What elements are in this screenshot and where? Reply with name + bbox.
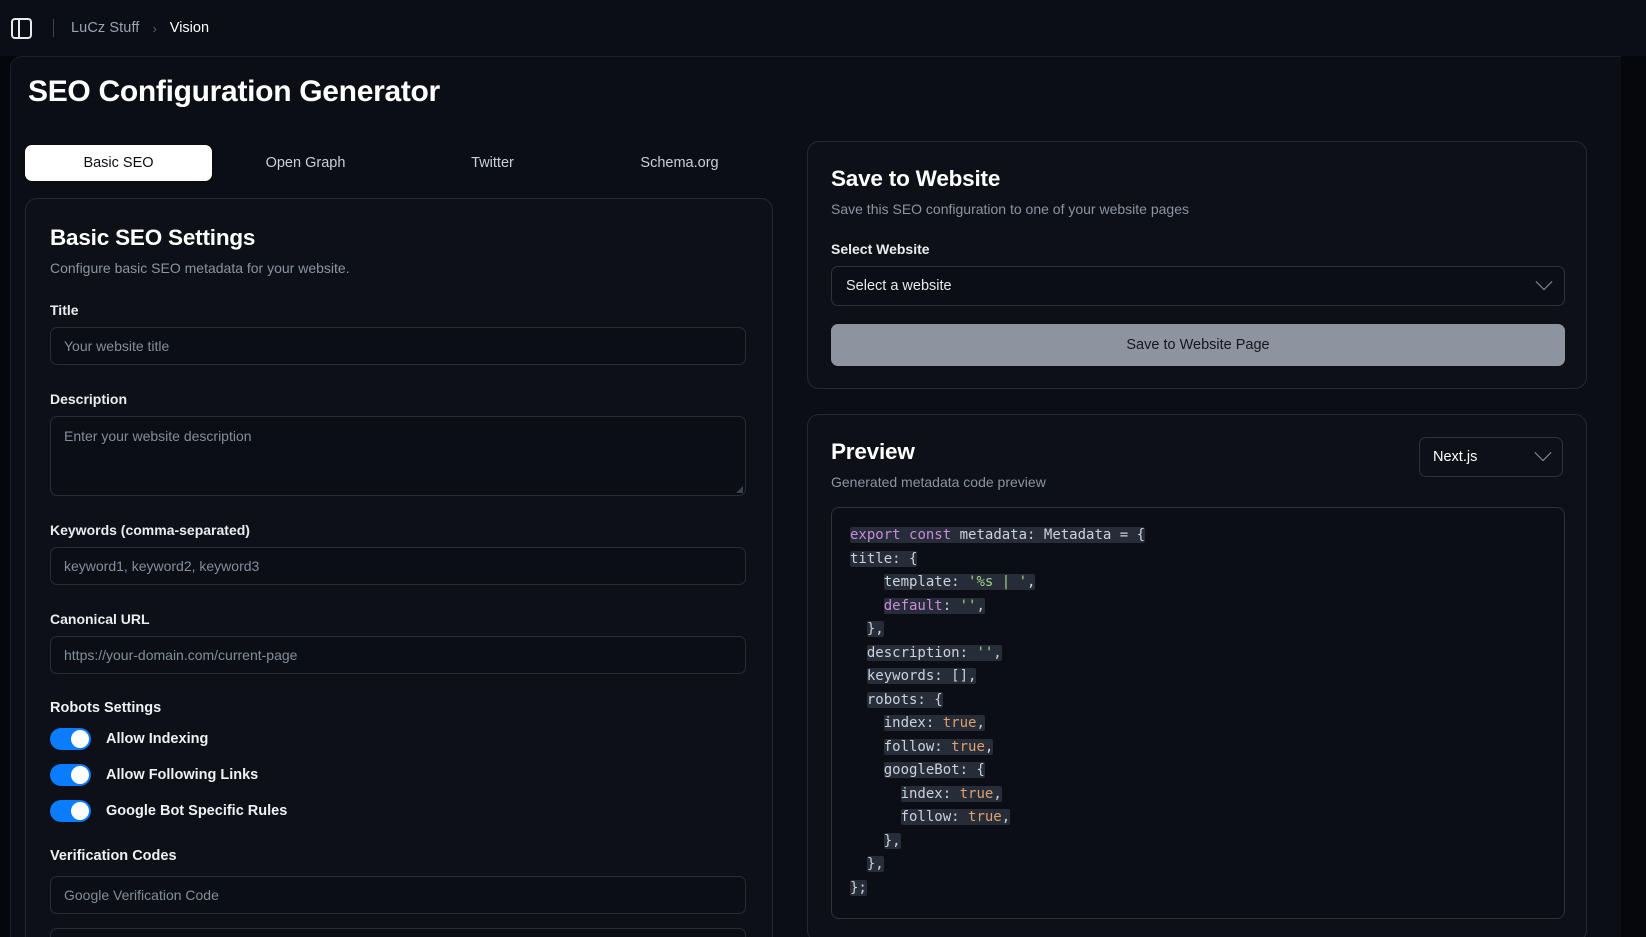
basic-seo-card: Basic SEO Settings Configure basic SEO m…: [25, 198, 773, 937]
code-line: template: '%s | ',: [883, 574, 1036, 590]
website-select-value: Select a website: [846, 278, 952, 294]
toggle-label-google-bot-rules: Google Bot Specific Rules: [106, 803, 288, 819]
tab-schema-org[interactable]: Schema.org: [586, 145, 773, 181]
toggle-row-allow-following-links: Allow Following Links: [50, 764, 748, 786]
tab-bar: Basic SEO Open Graph Twitter Schema.org: [25, 141, 773, 185]
breadcrumb-current[interactable]: Vision: [170, 20, 209, 36]
toggle-row-google-bot-rules: Google Bot Specific Rules: [50, 800, 748, 822]
app-root: LuCz Stuff › Vision SEO Configuration Ge…: [0, 0, 1646, 937]
code-line: description: '',: [866, 644, 1002, 661]
select-website-label: Select Website: [831, 241, 930, 257]
toggle-allow-indexing[interactable]: [50, 728, 91, 750]
code-line: keywords: [],: [866, 668, 977, 684]
label-canonical-url: Canonical URL: [50, 611, 150, 627]
save-panel-title: Save to Website: [831, 166, 1001, 191]
toggle-label-allow-indexing: Allow Indexing: [106, 731, 209, 747]
code-line: index: true,: [883, 715, 985, 731]
tab-twitter[interactable]: Twitter: [399, 145, 586, 181]
code-preview[interactable]: export const metadata: Metadata = { title…: [831, 507, 1565, 919]
code-line: follow: true,: [883, 738, 994, 755]
toggle-knob-icon: [71, 766, 89, 784]
sidebar-toggle-icon[interactable]: [11, 17, 32, 39]
left-column: Basic SEO Open Graph Twitter Schema.org …: [25, 141, 787, 937]
preview-card: Preview Generated metadata code preview …: [807, 414, 1587, 937]
code-preview-content: export const metadata: Metadata = { title…: [850, 524, 1546, 900]
page-container: SEO Configuration Generator Basic SEO Op…: [10, 56, 1621, 937]
code-line: follow: true,: [900, 809, 1011, 825]
verification-codes-label: Verification Codes: [50, 848, 177, 864]
label-title: Title: [50, 302, 79, 318]
basic-seo-card-subtitle: Configure basic SEO metadata for your we…: [50, 260, 350, 276]
topbar: LuCz Stuff › Vision: [0, 0, 1646, 56]
breadcrumb-parent[interactable]: LuCz Stuff: [71, 20, 139, 36]
chevron-down-icon: [1535, 273, 1553, 291]
code-line: default: '',: [883, 597, 985, 614]
code-line: googleBot: {: [883, 762, 985, 778]
google-verification-input[interactable]: Google Verification Code: [50, 876, 746, 914]
tab-basic-seo[interactable]: Basic SEO: [25, 145, 212, 181]
tab-open-graph[interactable]: Open Graph: [212, 145, 399, 181]
save-to-website-card: Save to Website Save this SEO configurat…: [807, 141, 1587, 389]
breadcrumb-separator-icon: ›: [152, 20, 157, 36]
framework-select[interactable]: Next.js: [1419, 437, 1563, 477]
page-title: SEO Configuration Generator: [28, 75, 440, 108]
code-line: export const metadata: Metadata = {: [850, 527, 1146, 543]
code-line: },: [866, 621, 884, 637]
label-keywords: Keywords (comma-separated): [50, 522, 250, 538]
toggle-knob-icon: [71, 730, 89, 748]
code-line: title: {: [850, 550, 918, 567]
toggle-google-bot-rules[interactable]: [50, 800, 91, 822]
right-column: Save to Website Save this SEO configurat…: [807, 141, 1597, 937]
save-panel-subtitle: Save this SEO configuration to one of yo…: [831, 201, 1189, 217]
bing-verification-input[interactable]: Bing Verification Code: [50, 928, 746, 937]
code-line: },: [883, 832, 901, 849]
description-textarea[interactable]: Enter your website description: [50, 416, 746, 496]
topbar-divider: [53, 19, 54, 37]
save-to-website-page-button[interactable]: Save to Website Page: [831, 324, 1565, 366]
code-line: },: [866, 856, 884, 872]
chevron-down-icon: [1534, 444, 1552, 462]
keywords-input[interactable]: keyword1, keyword2, keyword3: [50, 547, 746, 585]
robots-settings-label: Robots Settings: [50, 700, 162, 716]
label-description: Description: [50, 391, 128, 407]
title-input[interactable]: Your website title: [50, 327, 746, 365]
toggle-knob-icon: [71, 802, 89, 820]
code-line: };: [850, 879, 867, 896]
toggle-row-allow-indexing: Allow Indexing: [50, 728, 748, 750]
basic-seo-card-title: Basic SEO Settings: [50, 225, 256, 250]
framework-select-value: Next.js: [1433, 449, 1478, 465]
code-line: index: true,: [900, 785, 1002, 802]
website-select[interactable]: Select a website: [831, 266, 1565, 306]
toggle-label-allow-following-links: Allow Following Links: [106, 767, 259, 783]
toggle-allow-following-links[interactable]: [50, 764, 91, 786]
canonical-url-input[interactable]: https://your-domain.com/current-page: [50, 636, 746, 674]
code-line: robots: {: [866, 691, 943, 708]
